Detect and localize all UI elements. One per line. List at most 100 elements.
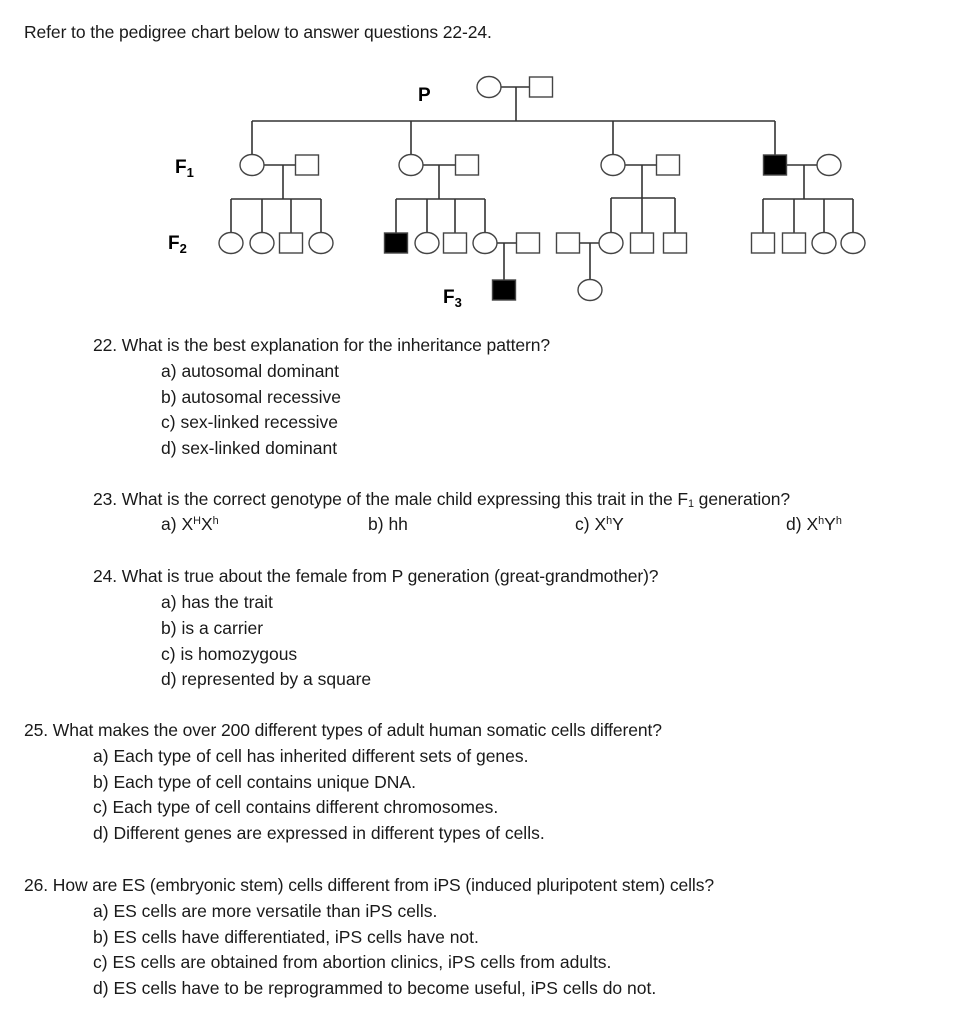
option-text: is homozygous (180, 644, 298, 664)
option-24-a[interactable]: a) has the trait (161, 592, 273, 612)
f1-spouse-unaffected-female-circle (816, 153, 842, 177)
option-letter: d) (161, 669, 177, 689)
option-26-b[interactable]: b) ES cells have differentiated, iPS cel… (93, 927, 479, 947)
genotype: hh (388, 514, 408, 534)
option-letter: c) (575, 514, 595, 534)
option-letter: b) (93, 927, 109, 947)
question-23-stem: 23. What is the correct genotype of the … (93, 489, 791, 511)
f2-child-unaffected-female-circle (472, 231, 498, 255)
f2-child-unaffected-male-square (662, 232, 688, 254)
option-letter: b) (368, 514, 389, 534)
option-22-b[interactable]: b) autosomal recessive (161, 387, 341, 407)
pedigree-symbols (218, 75, 866, 302)
question-number: 25. (24, 720, 49, 740)
f2-child-affected-male-square (383, 232, 409, 254)
question-25-stem: 25. What makes the over 200 different ty… (24, 720, 662, 740)
question-24-stem: 24. What is true about the female from P… (93, 566, 659, 586)
f2-child-unaffected-female-circle (218, 231, 244, 255)
option-24-b[interactable]: b) is a carrier (161, 618, 264, 638)
genotype: XhY (594, 514, 624, 534)
option-text: sex-linked dominant (181, 438, 338, 458)
option-22-a[interactable]: a) autosomal dominant (161, 361, 340, 381)
option-text: represented by a square (181, 669, 372, 689)
f2-child-unaffected-female-circle (414, 231, 440, 255)
question-number: 24. (93, 566, 118, 586)
option-text: ES cells are more versatile than iPS cel… (113, 901, 438, 921)
option-letter: a) (161, 361, 177, 381)
option-25-d[interactable]: d) Different genes are expressed in diff… (93, 823, 545, 843)
f2-spouse-unaffected-male-square (515, 232, 541, 254)
option-text: ES cells have differentiated, iPS cells … (113, 927, 479, 947)
option-23-c[interactable]: c) XhY (575, 514, 624, 534)
f1-child-unaffected-female-circle (600, 153, 626, 177)
option-text: Each type of cell contains unique DNA. (113, 772, 416, 792)
option-25-c[interactable]: c) Each type of cell contains different … (93, 797, 499, 817)
option-25-a[interactable]: a) Each type of cell has inherited diffe… (93, 746, 529, 766)
option-26-d[interactable]: d) ES cells have to be reprogrammed to b… (93, 978, 657, 998)
option-letter: a) (161, 592, 177, 612)
f3-child-affected-male-square (491, 279, 517, 301)
pedigree-chart: P F1 F2 F3 (168, 75, 866, 310)
option-text: Each type of cell contains different chr… (112, 797, 499, 817)
option-letter: c) (161, 644, 176, 664)
question-22-stem: 22. What is the best explanation for the… (93, 335, 550, 355)
p-female-unaffected-female-circle (476, 75, 502, 99)
option-26-c[interactable]: c) ES cells are obtained from abortion c… (93, 952, 612, 972)
option-letter: c) (93, 797, 108, 817)
generation-label-f2: F2 (168, 233, 187, 256)
question-text: What is true about the female from P gen… (121, 566, 659, 586)
f1-spouse-unaffected-male-square (454, 154, 480, 176)
option-text: ES cells have to be reprogrammed to beco… (113, 978, 657, 998)
option-text: is a carrier (181, 618, 264, 638)
option-24-c[interactable]: c) is homozygous (161, 644, 298, 664)
f3-child-unaffected-female-circle (577, 278, 603, 302)
f2-child-unaffected-male-square (629, 232, 655, 254)
option-text: Different genes are expressed in differe… (113, 823, 545, 843)
f2-child-unaffected-female-circle (249, 231, 275, 255)
f2-child-unaffected-female-circle (598, 231, 624, 255)
f2-child-unaffected-male-square (278, 232, 304, 254)
f2-child-unaffected-male-square (750, 232, 776, 254)
option-letter: b) (161, 387, 177, 407)
f2-spouse-unaffected-male-square (555, 232, 581, 254)
option-24-d[interactable]: d) represented by a square (161, 669, 372, 689)
option-letter: c) (93, 952, 108, 972)
option-26-a[interactable]: a) ES cells are more versatile than iPS … (93, 901, 438, 921)
option-letter: d) (786, 514, 807, 534)
f1-spouse-unaffected-male-square (294, 154, 320, 176)
option-25-b[interactable]: b) Each type of cell contains unique DNA… (93, 772, 416, 792)
f2-child-unaffected-male-square (781, 232, 807, 254)
option-letter: b) (161, 618, 177, 638)
generation-label-f3: F3 (443, 287, 462, 310)
option-text: has the trait (181, 592, 273, 612)
option-text: sex-linked recessive (180, 412, 339, 432)
f2-child-unaffected-female-circle (811, 231, 837, 255)
question-text: What is the best explanation for the inh… (121, 335, 550, 355)
question-number: 23. (93, 489, 118, 509)
question-number: 22. (93, 335, 118, 355)
option-letter: b) (93, 772, 109, 792)
option-text: autosomal dominant (181, 361, 340, 381)
f1-child-affected-male-square (762, 154, 788, 176)
question-26-stem: 26. How are ES (embryonic stem) cells di… (24, 876, 714, 895)
option-22-c[interactable]: c) sex-linked recessive (161, 412, 339, 432)
genotype: XHXh (181, 514, 219, 534)
f2-child-unaffected-male-square (442, 232, 468, 254)
option-text: ES cells are obtained from abortion clin… (112, 952, 612, 972)
option-letter: c) (161, 412, 176, 432)
option-23-a[interactable]: a) XHXh (161, 514, 219, 534)
option-letter: d) (161, 438, 177, 458)
option-letter: a) (93, 746, 109, 766)
genotype: XhYh (806, 514, 842, 534)
question-text: What is the correct genotype of the male… (121, 489, 791, 511)
question-text: What makes the over 200 different types … (52, 720, 662, 740)
option-22-d[interactable]: d) sex-linked dominant (161, 438, 338, 458)
f2-child-unaffected-female-circle (840, 231, 866, 255)
f2-child-unaffected-female-circle (308, 231, 334, 255)
f1-spouse-unaffected-male-square (655, 154, 681, 176)
option-23-b[interactable]: b) hh (368, 514, 408, 534)
option-text: autosomal recessive (181, 387, 341, 407)
option-23-d[interactable]: d) XhYh (786, 514, 842, 534)
option-letter: a) (161, 514, 182, 534)
generation-label-p: P (418, 85, 431, 106)
